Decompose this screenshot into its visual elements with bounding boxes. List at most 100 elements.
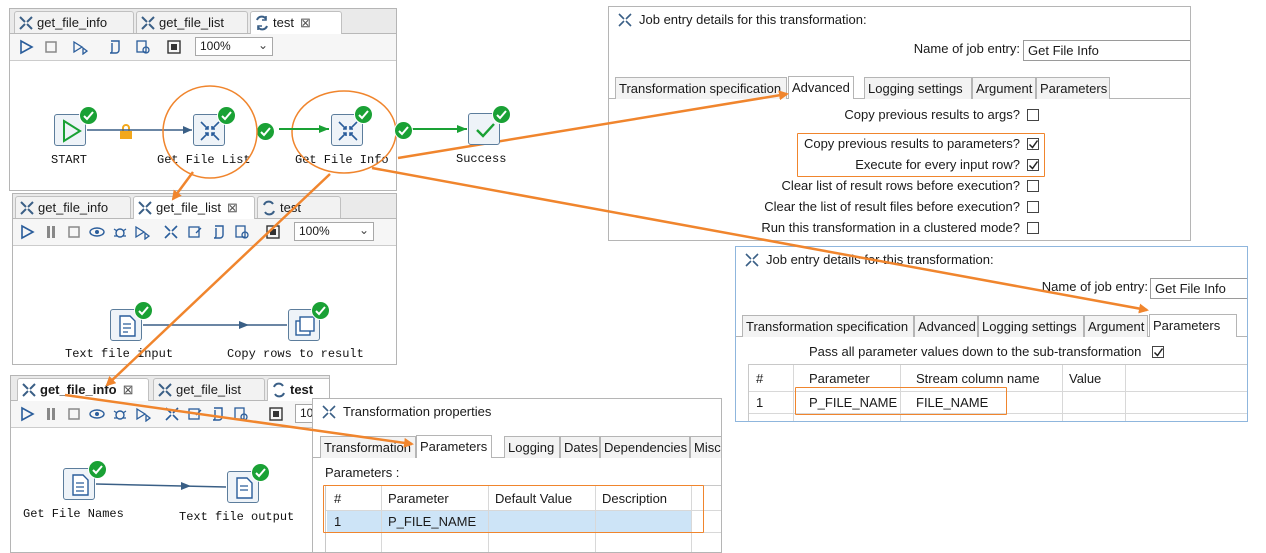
- script-icon[interactable]: [107, 39, 123, 55]
- highlight-box: [795, 387, 1007, 415]
- tab-parameters[interactable]: Parameters: [1149, 314, 1237, 337]
- close-icon[interactable]: ⊠: [227, 200, 238, 215]
- verify-icon[interactable]: [164, 406, 180, 422]
- replay-icon[interactable]: [135, 406, 151, 422]
- tab-parameters[interactable]: Parameters: [416, 435, 492, 458]
- zoom-select[interactable]: 100% ⌄: [294, 222, 374, 241]
- tab-parameters[interactable]: Parameters: [1036, 77, 1110, 99]
- pause-icon[interactable]: [43, 406, 59, 422]
- transformation-icon: [141, 16, 155, 30]
- job-toolbar: 100% ⌄: [10, 34, 396, 61]
- preview-icon[interactable]: [89, 406, 105, 422]
- name-field[interactable]: Get File Info: [1150, 278, 1247, 299]
- explore-icon[interactable]: [166, 39, 182, 55]
- tab-label: test: [280, 200, 301, 215]
- tab-get-file-list[interactable]: get_file_list: [136, 11, 248, 33]
- ok-badge-icon: [492, 105, 511, 124]
- column-header[interactable]: Stream column name: [916, 371, 1040, 386]
- tab-transformation[interactable]: Transformation: [320, 436, 416, 458]
- dialog-title: Job entry details for this transformatio…: [609, 7, 1190, 33]
- clustered-mode-checkbox[interactable]: [1027, 222, 1039, 234]
- tab-get-file-info[interactable]: get_file_info: [14, 11, 134, 33]
- name-field[interactable]: Get File Info: [1023, 40, 1190, 61]
- tab-transformation-spec[interactable]: Transformation specification: [615, 77, 787, 99]
- name-label: Name of job entry:: [913, 41, 1020, 56]
- chevron-down-icon: ⌄: [358, 223, 369, 237]
- name-label: Name of job entry:: [1041, 279, 1148, 294]
- tab-logging-settings[interactable]: Logging settings: [978, 315, 1084, 337]
- sql-icon[interactable]: [233, 406, 249, 422]
- hop-names-to-output: [95, 482, 227, 490]
- dialog-title-text: Transformation properties: [343, 404, 492, 419]
- list-canvas: Text file input Copy rows to result: [13, 246, 396, 364]
- advanced-dialog: Job entry details for this transformatio…: [608, 6, 1191, 241]
- script-icon[interactable]: [211, 224, 227, 240]
- tab-logging-settings[interactable]: Logging settings: [864, 77, 972, 99]
- list-tabbar: get_file_info get_file_list ⊠ test: [13, 194, 396, 219]
- sql-icon[interactable]: [135, 39, 151, 55]
- column-header[interactable]: Parameter: [809, 371, 870, 386]
- job-icon: [263, 200, 275, 216]
- tab-get-file-list[interactable]: get_file_list ⊠: [133, 196, 255, 219]
- verify-icon[interactable]: [163, 224, 179, 240]
- tab-label: get_file_list: [176, 382, 242, 397]
- tab-misc[interactable]: Misc: [690, 436, 721, 458]
- close-icon[interactable]: ⊠: [300, 15, 311, 30]
- dialog-title: Job entry details for this transformatio…: [736, 247, 1247, 273]
- copy-results-args-checkbox[interactable]: [1027, 109, 1039, 121]
- stop-icon[interactable]: [66, 224, 82, 240]
- dialog-title-text: Job entry details for this transformatio…: [639, 12, 867, 27]
- close-icon[interactable]: ⊠: [123, 382, 134, 397]
- clear-rows-checkbox[interactable]: [1027, 180, 1039, 192]
- tab-logging[interactable]: Logging: [504, 436, 560, 458]
- tab-argument[interactable]: Argument: [1084, 315, 1148, 337]
- tab-transformation-spec[interactable]: Transformation specification: [742, 315, 914, 337]
- list-toolbar: 100% ⌄: [13, 219, 396, 246]
- pass-all-label: Pass all parameter values down to the su…: [809, 344, 1142, 359]
- tab-test[interactable]: test: [257, 196, 341, 218]
- pass-all-checkbox[interactable]: [1152, 346, 1164, 358]
- stop-icon[interactable]: [43, 39, 59, 55]
- column-header[interactable]: #: [756, 371, 763, 386]
- explore-icon[interactable]: [265, 224, 281, 240]
- tab-advanced[interactable]: Advanced: [788, 76, 854, 99]
- run-icon[interactable]: [18, 39, 34, 55]
- highlight-box: [323, 485, 704, 533]
- dialog-title: Transformation properties: [313, 399, 721, 425]
- explore-icon[interactable]: [268, 406, 284, 422]
- tab-dates[interactable]: Dates: [560, 436, 600, 458]
- transformation-icon: [745, 253, 759, 267]
- node-label: Success: [456, 152, 507, 166]
- option-label: Copy previous results to args?: [844, 107, 1020, 122]
- tab-test[interactable]: test ⊠: [250, 11, 342, 34]
- tab-get-file-info[interactable]: get_file_info: [15, 196, 131, 218]
- preview-icon[interactable]: [89, 224, 105, 240]
- run-icon[interactable]: [19, 224, 35, 240]
- chevron-down-icon: ⌄: [257, 38, 268, 52]
- tab-label: get_file_list: [159, 15, 225, 30]
- script-icon[interactable]: [210, 406, 226, 422]
- run-icon[interactable]: [19, 406, 35, 422]
- transformation-icon: [158, 383, 172, 397]
- tab-get-file-info[interactable]: get_file_info ⊠: [17, 378, 149, 401]
- tab-label: get_file_list: [156, 200, 222, 215]
- tab-get-file-list[interactable]: get_file_list: [153, 378, 265, 400]
- hop-ok-icon: [394, 121, 413, 140]
- tab-dependencies[interactable]: Dependencies: [600, 436, 690, 458]
- sql-icon[interactable]: [234, 224, 250, 240]
- replay-icon[interactable]: [72, 39, 88, 55]
- debug-icon[interactable]: [112, 406, 128, 422]
- debug-icon[interactable]: [112, 224, 128, 240]
- job-editor-panel: get_file_info get_file_list test ⊠ 100% ⌄ …: [9, 8, 397, 191]
- replay-icon[interactable]: [134, 224, 150, 240]
- tab-argument[interactable]: Argument: [972, 77, 1036, 99]
- impact-icon[interactable]: [187, 224, 203, 240]
- clear-files-checkbox[interactable]: [1027, 201, 1039, 213]
- column-header[interactable]: Value: [1069, 371, 1101, 386]
- impact-icon[interactable]: [187, 406, 203, 422]
- tab-advanced[interactable]: Advanced: [914, 315, 978, 337]
- stop-icon[interactable]: [66, 406, 82, 422]
- highlight-box: [797, 133, 1045, 177]
- zoom-select[interactable]: 100% ⌄: [195, 37, 273, 56]
- pause-icon[interactable]: [43, 224, 59, 240]
